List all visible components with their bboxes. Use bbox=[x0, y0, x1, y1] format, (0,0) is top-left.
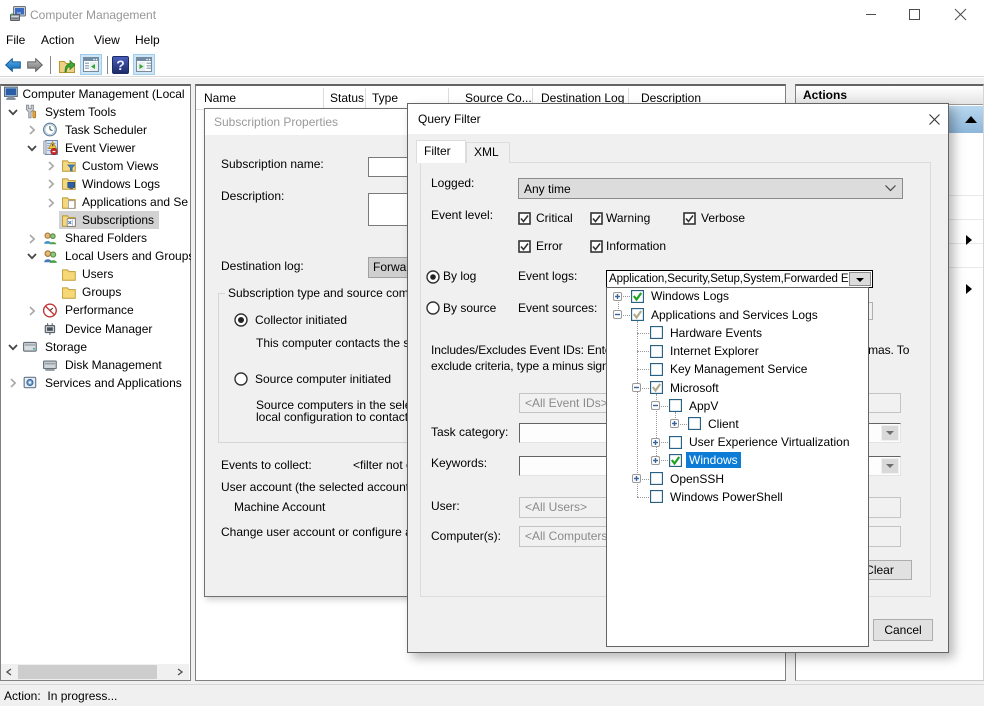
svg-text:?: ? bbox=[116, 57, 125, 73]
